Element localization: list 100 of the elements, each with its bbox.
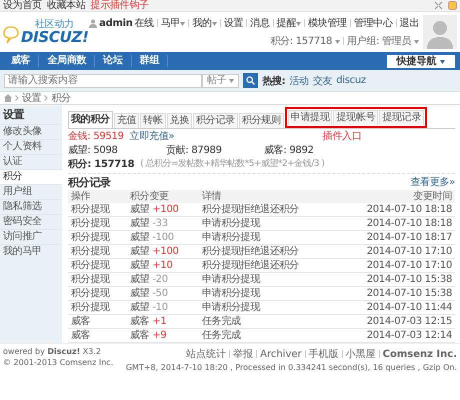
user-icon xyxy=(89,18,98,28)
breadcrumb-link[interactable]: 积分 xyxy=(51,91,71,105)
footer-link[interactable]: Archiver xyxy=(260,348,302,360)
table-cell: 积分提现 xyxy=(68,258,128,272)
table-cell: 威望 -20 xyxy=(127,272,199,286)
username-link[interactable]: admin xyxy=(99,18,133,28)
caret-icon xyxy=(229,78,234,82)
user-menu-link[interactable]: 管理中心 xyxy=(354,16,393,30)
usergroup-menu[interactable]: 用户组: 管理员 xyxy=(346,34,419,48)
column-header: 操作 xyxy=(68,190,128,203)
sidebar-item[interactable]: 我的马甲 xyxy=(0,244,62,259)
home-icon[interactable] xyxy=(4,94,12,102)
copyright-text: © 2001-2013 Comsenz Inc. xyxy=(3,358,114,367)
company-link[interactable]: Comsenz Inc. xyxy=(382,348,457,360)
sidebar-title: 设置 xyxy=(2,107,26,123)
tab[interactable]: 积分记录 xyxy=(193,113,238,128)
recharge-link[interactable]: 立即充值» xyxy=(130,130,174,143)
tab[interactable]: 提现记录 xyxy=(379,110,424,125)
logo-tagline: 社区动力 xyxy=(34,20,75,30)
caret-icon xyxy=(212,22,217,26)
search-button[interactable] xyxy=(243,73,258,88)
table-cell: 威客 +9 xyxy=(127,328,199,342)
search-icon xyxy=(246,76,256,85)
sidebar-item[interactable]: 密码安全 xyxy=(0,214,62,229)
speech-bubble-icon xyxy=(3,24,19,44)
table-cell: 申请积分提现 xyxy=(198,216,335,230)
caret-icon xyxy=(440,60,445,64)
user-menu-link[interactable]: 消息 xyxy=(250,16,270,30)
table-cell: 威望 -10 xyxy=(127,300,199,314)
footer-link[interactable]: 站点统计 xyxy=(186,347,226,361)
credit-stat: 贡献: 87989 xyxy=(166,144,223,157)
table-cell: 积分提现 xyxy=(68,203,128,216)
credits-menu[interactable]: 积分: 157718 xyxy=(270,34,340,48)
hot-search-label: 热搜: xyxy=(262,74,286,88)
search-type-select[interactable]: 帖子 xyxy=(202,74,240,88)
money-stat: 金钱: 59519 xyxy=(68,130,124,143)
tab[interactable]: 转帐 xyxy=(140,113,166,128)
nav-item[interactable]: 群组 xyxy=(132,55,168,67)
footer-link[interactable]: 小黑屋 xyxy=(346,347,376,361)
view-more-link[interactable]: 查看更多» xyxy=(410,175,455,189)
table-cell: 积分提现 xyxy=(68,216,128,230)
tab[interactable]: 积分规则 xyxy=(238,113,284,128)
user-menu-link[interactable]: 退出 xyxy=(400,16,419,30)
caret-icon xyxy=(180,22,186,26)
top-link[interactable]: 提示插件钩子 xyxy=(90,0,149,11)
avatar-silhouette[interactable] xyxy=(423,15,457,49)
table-cell: 2014-07-03 12:14 xyxy=(334,328,455,342)
quick-nav-button[interactable]: 快捷导航 xyxy=(386,54,455,68)
caret-icon xyxy=(334,40,340,44)
table-cell: 威望 -33 xyxy=(127,216,199,230)
tab[interactable]: 提现帐号 xyxy=(333,110,378,125)
logo-text: DISCUZ! xyxy=(21,30,89,44)
total-credits: 积分: 157718 xyxy=(68,158,134,171)
table-cell: 积分提现 xyxy=(68,272,128,286)
column-header: 变更时间 xyxy=(334,190,455,203)
table-cell: 威望 -100 xyxy=(127,230,199,244)
top-link[interactable]: 设为首页 xyxy=(3,0,42,11)
nav-item[interactable]: 威客 xyxy=(3,55,40,67)
table-cell: 2014-07-10 17:10 xyxy=(334,258,455,272)
user-menu-link[interactable]: 马甲 xyxy=(160,16,186,30)
sidebar-item[interactable]: 隐私筛选 xyxy=(0,199,62,214)
user-menu-link[interactable]: 设置 xyxy=(224,16,244,30)
table-cell: 任务完成 xyxy=(198,314,335,328)
credits-formula: ( 总积分=发帖数+精华帖数*5+威望*2+金钱/3 ) xyxy=(140,158,324,171)
table-cell: 威客 xyxy=(68,328,128,342)
column-header: 积分变更 xyxy=(127,190,199,203)
table-cell: 申请积分提现 xyxy=(198,230,335,244)
search-field[interactable]: 请输入搜索内容 xyxy=(4,74,202,88)
nav-item[interactable]: 全局商数 xyxy=(39,55,96,67)
table-cell: 积分提现 xyxy=(68,286,128,300)
credit-stat: 威客: 9892 xyxy=(264,144,315,157)
hot-search-link[interactable]: discuz xyxy=(336,75,366,86)
hot-search-link[interactable]: 活动 xyxy=(289,74,309,88)
tab[interactable]: 充值 xyxy=(114,113,140,128)
breadcrumb-link[interactable]: 设置 xyxy=(22,91,42,105)
top-link[interactable]: 收藏本站 xyxy=(46,0,86,11)
caret-icon xyxy=(296,22,301,26)
footer-link[interactable]: 手机版 xyxy=(308,347,339,361)
sidebar-item[interactable]: 修改头像 xyxy=(0,124,62,139)
table-cell: 积分提现拒绝退还积分 xyxy=(198,244,335,258)
nav-item[interactable]: 论坛 xyxy=(95,55,132,67)
table-cell: 2014-07-10 18:17 xyxy=(334,230,455,244)
app-icon[interactable] xyxy=(448,1,457,10)
footer-link[interactable]: 举报 xyxy=(233,347,254,361)
tab[interactable]: 申请提现 xyxy=(288,110,332,125)
powered-by-text: owered by Discuz! X3.2 xyxy=(3,347,102,356)
sidebar-item[interactable]: 访问推广 xyxy=(0,229,62,244)
table-cell: 2014-07-03 12:15 xyxy=(334,314,455,328)
sidebar-item[interactable]: 积分 xyxy=(0,169,62,184)
chevron-icon xyxy=(15,95,19,101)
user-menu-link[interactable]: 提醒 xyxy=(276,16,301,30)
user-menu-link[interactable]: 我的 xyxy=(192,16,217,30)
table-cell: 积分提现 xyxy=(68,230,128,244)
hot-search-link[interactable]: 交友 xyxy=(312,74,332,88)
sidebar-item[interactable]: 个人资料 xyxy=(0,139,62,154)
table-cell: 2014-07-10 11:44 xyxy=(334,300,455,314)
tab[interactable]: 我的积分 xyxy=(68,111,113,128)
tab[interactable]: 兑换 xyxy=(166,113,192,128)
sidebar-item[interactable]: 用户组 xyxy=(0,184,62,199)
user-menu-link[interactable]: 模块管理 xyxy=(308,16,347,30)
